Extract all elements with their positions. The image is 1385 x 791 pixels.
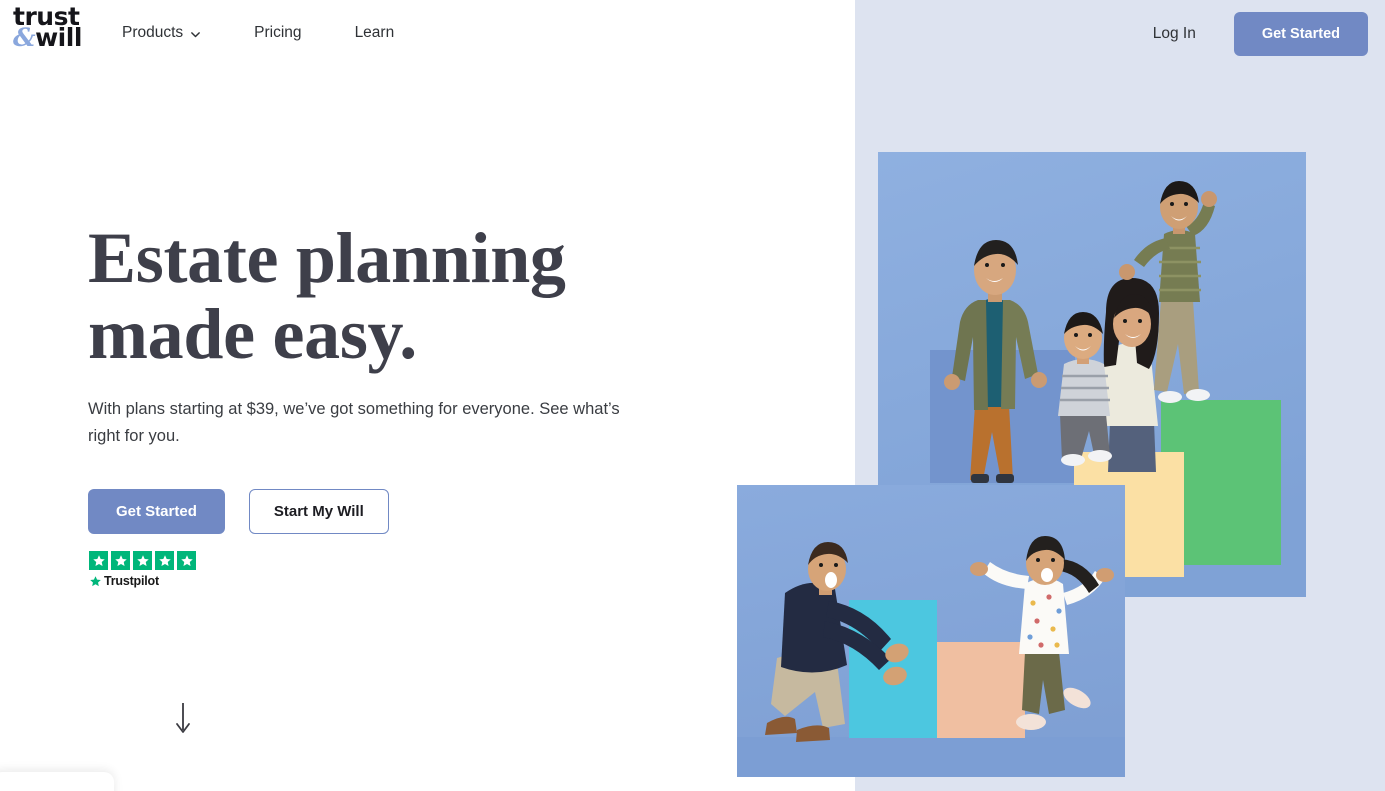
trustpilot-star-4 <box>155 551 174 570</box>
start-my-will-button[interactable]: Start My Will <box>248 489 389 534</box>
nav-item-learn[interactable]: Learn <box>355 24 395 42</box>
logo-line-will: &will <box>13 25 85 50</box>
trustpilot-wordmark: Trustpilot <box>89 574 196 588</box>
arrow-down-icon[interactable] <box>174 702 192 741</box>
trustpilot-rating-widget[interactable]: Trustpilot <box>89 551 196 588</box>
nav-item-pricing[interactable]: Pricing <box>254 24 301 42</box>
trustpilot-label: Trustpilot <box>104 574 159 588</box>
nav-label-learn: Learn <box>354 24 395 41</box>
nav-item-products[interactable]: Products <box>122 24 201 42</box>
logo-ampersand: & <box>13 23 36 53</box>
site-header: trust &will Products Pricing Learn Log I… <box>0 0 1385 68</box>
brand-logo[interactable]: trust &will <box>13 4 85 50</box>
page-title: Estate planning made easy. <box>88 220 688 373</box>
headline-line-1: Estate planning <box>88 218 566 298</box>
hero-cta-group: Get Started Start My Will <box>88 489 389 534</box>
header-get-started-button[interactable]: Get Started <box>1233 12 1368 56</box>
trustpilot-star-3 <box>133 551 152 570</box>
hero-get-started-button[interactable]: Get Started <box>88 489 225 534</box>
trustpilot-star-5 <box>177 551 196 570</box>
trustpilot-stars <box>89 551 196 570</box>
trustpilot-star-2 <box>111 551 130 570</box>
nav-label-products: Products <box>122 24 184 41</box>
landing-page: trust &will Products Pricing Learn Log I… <box>0 0 1385 791</box>
trustpilot-star-1 <box>89 551 108 570</box>
headline-line-2: made easy. <box>88 294 417 375</box>
chat-widget-peek[interactable] <box>0 772 114 791</box>
father-and-daughter-photo <box>737 485 1125 777</box>
header-actions: Log In Get Started <box>1153 0 1385 68</box>
hero-subheading: With plans starting at $39, we’ve got so… <box>88 400 620 445</box>
chevron-down-icon <box>190 29 201 40</box>
trustpilot-star-icon <box>89 575 102 588</box>
logo-will-text: will <box>35 23 82 53</box>
main-navigation: Products Pricing Learn <box>122 24 447 42</box>
log-in-link[interactable]: Log In <box>1153 25 1196 43</box>
nav-label-pricing: Pricing <box>254 24 302 41</box>
